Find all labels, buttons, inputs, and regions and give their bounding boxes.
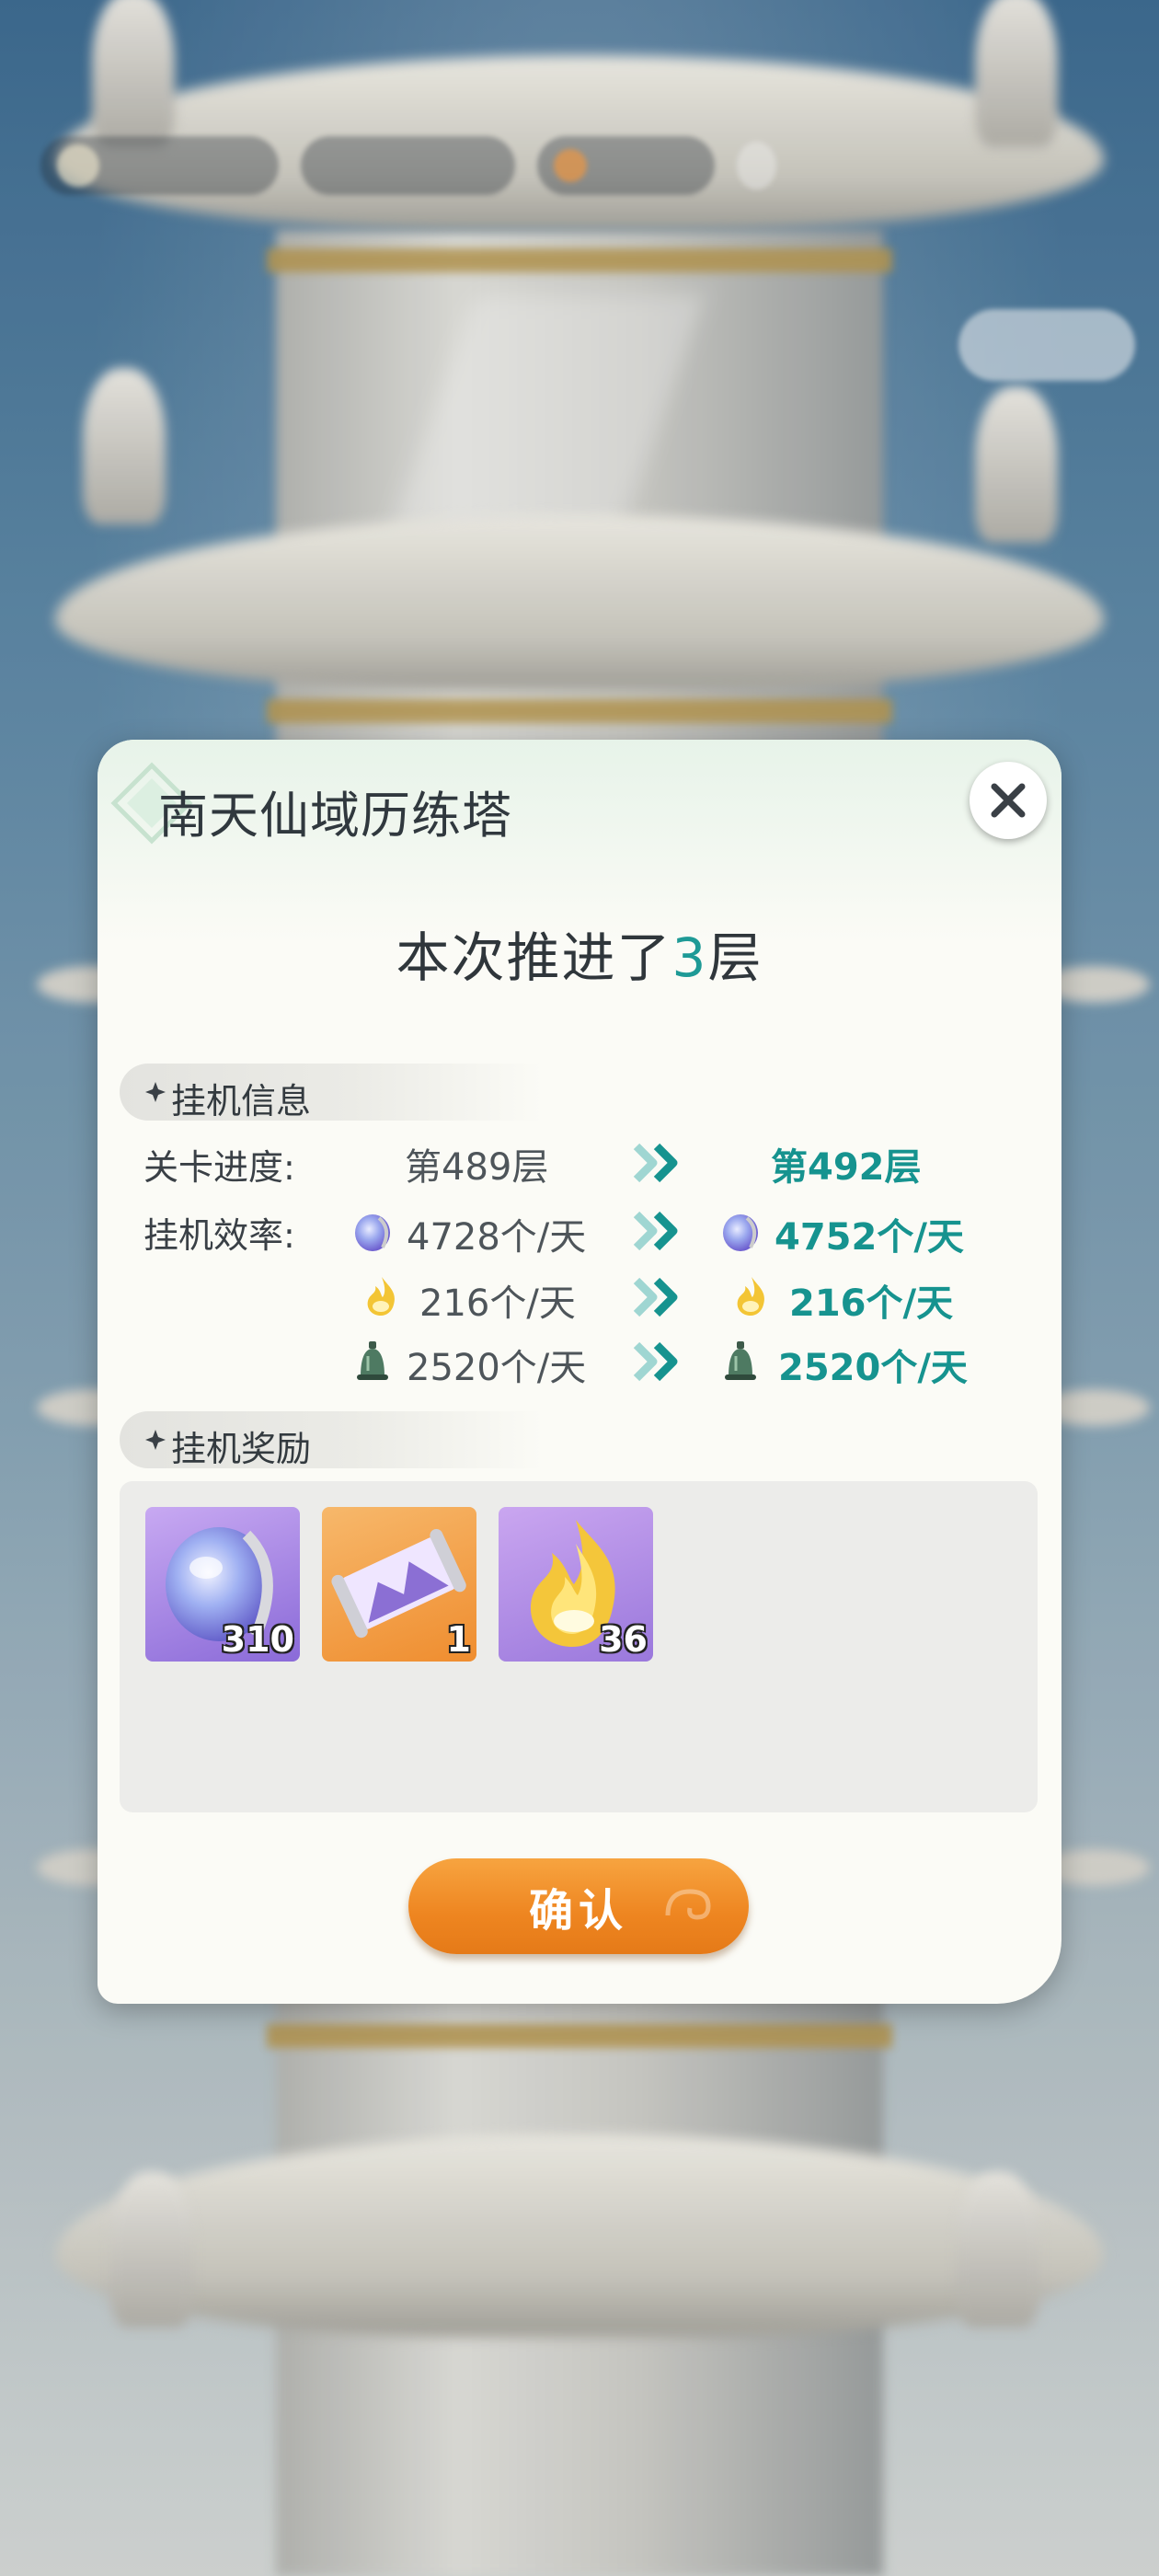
headline-prefix: 本次推进了	[396, 926, 672, 989]
reward-item-golden-flame[interactable]: 36	[499, 1507, 653, 1662]
progress-label: 关卡进度:	[143, 1147, 295, 1188]
idle-info-section-header: 挂机信息	[120, 1064, 543, 1121]
headline-suffix: 层	[707, 926, 763, 989]
sparkle-icon	[145, 1082, 166, 1102]
rate-from: 4728个/天	[407, 1216, 587, 1259]
tower-result-dialog: 南天仙域历练塔 本次推进了3层 挂机信息 关卡进度: 第489层 第492层 挂…	[98, 740, 1061, 2004]
golden-flame-icon	[737, 1277, 764, 1316]
close-icon	[991, 783, 1026, 818]
confirm-label: 确认	[528, 1885, 628, 1937]
rewards-section-header: 挂机奖励	[120, 1411, 543, 1469]
bronze-bell-icon	[357, 1341, 388, 1380]
reward-list: 310 1 36	[120, 1481, 1038, 1812]
rate-to: 2520个/天	[778, 1347, 968, 1389]
efficiency-label: 挂机效率:	[143, 1215, 295, 1256]
dialog-title: 南天仙域历练塔	[158, 787, 512, 845]
arrow-right-icon	[633, 1341, 678, 1382]
rewards-label: 挂机奖励	[171, 1429, 312, 1469]
sparkle-icon	[145, 1430, 166, 1450]
rate-to: 4752个/天	[775, 1216, 964, 1259]
arrow-right-icon	[633, 1143, 678, 1183]
reward-item-scroll[interactable]: 1	[322, 1507, 476, 1662]
spirit-stone-icon	[723, 1214, 758, 1251]
reward-count: 310	[221, 1619, 294, 1660]
progress-to: 第492层	[771, 1146, 922, 1189]
reward-item-spirit-stone[interactable]: 310	[145, 1507, 300, 1662]
spirit-stone-icon	[355, 1214, 390, 1251]
cloud-swirl-icon	[665, 1889, 711, 1920]
bronze-bell-icon	[725, 1341, 756, 1380]
reward-count: 1	[446, 1619, 471, 1660]
rate-from: 2520个/天	[407, 1347, 587, 1389]
arrow-right-icon	[633, 1277, 678, 1317]
progress-from: 第489层	[405, 1146, 549, 1189]
confirm-button[interactable]: 确认	[408, 1858, 749, 1954]
rate-from: 216个/天	[419, 1282, 576, 1325]
arrow-right-icon	[633, 1211, 678, 1251]
reward-count: 36	[599, 1619, 648, 1660]
close-button[interactable]	[970, 762, 1047, 839]
floors-advanced-count: 3	[671, 926, 708, 989]
golden-flame-icon	[367, 1277, 395, 1316]
floors-advanced-headline: 本次推进了3层	[98, 914, 1061, 992]
rate-to: 216个/天	[789, 1282, 954, 1325]
idle-info-label: 挂机信息	[171, 1081, 312, 1121]
